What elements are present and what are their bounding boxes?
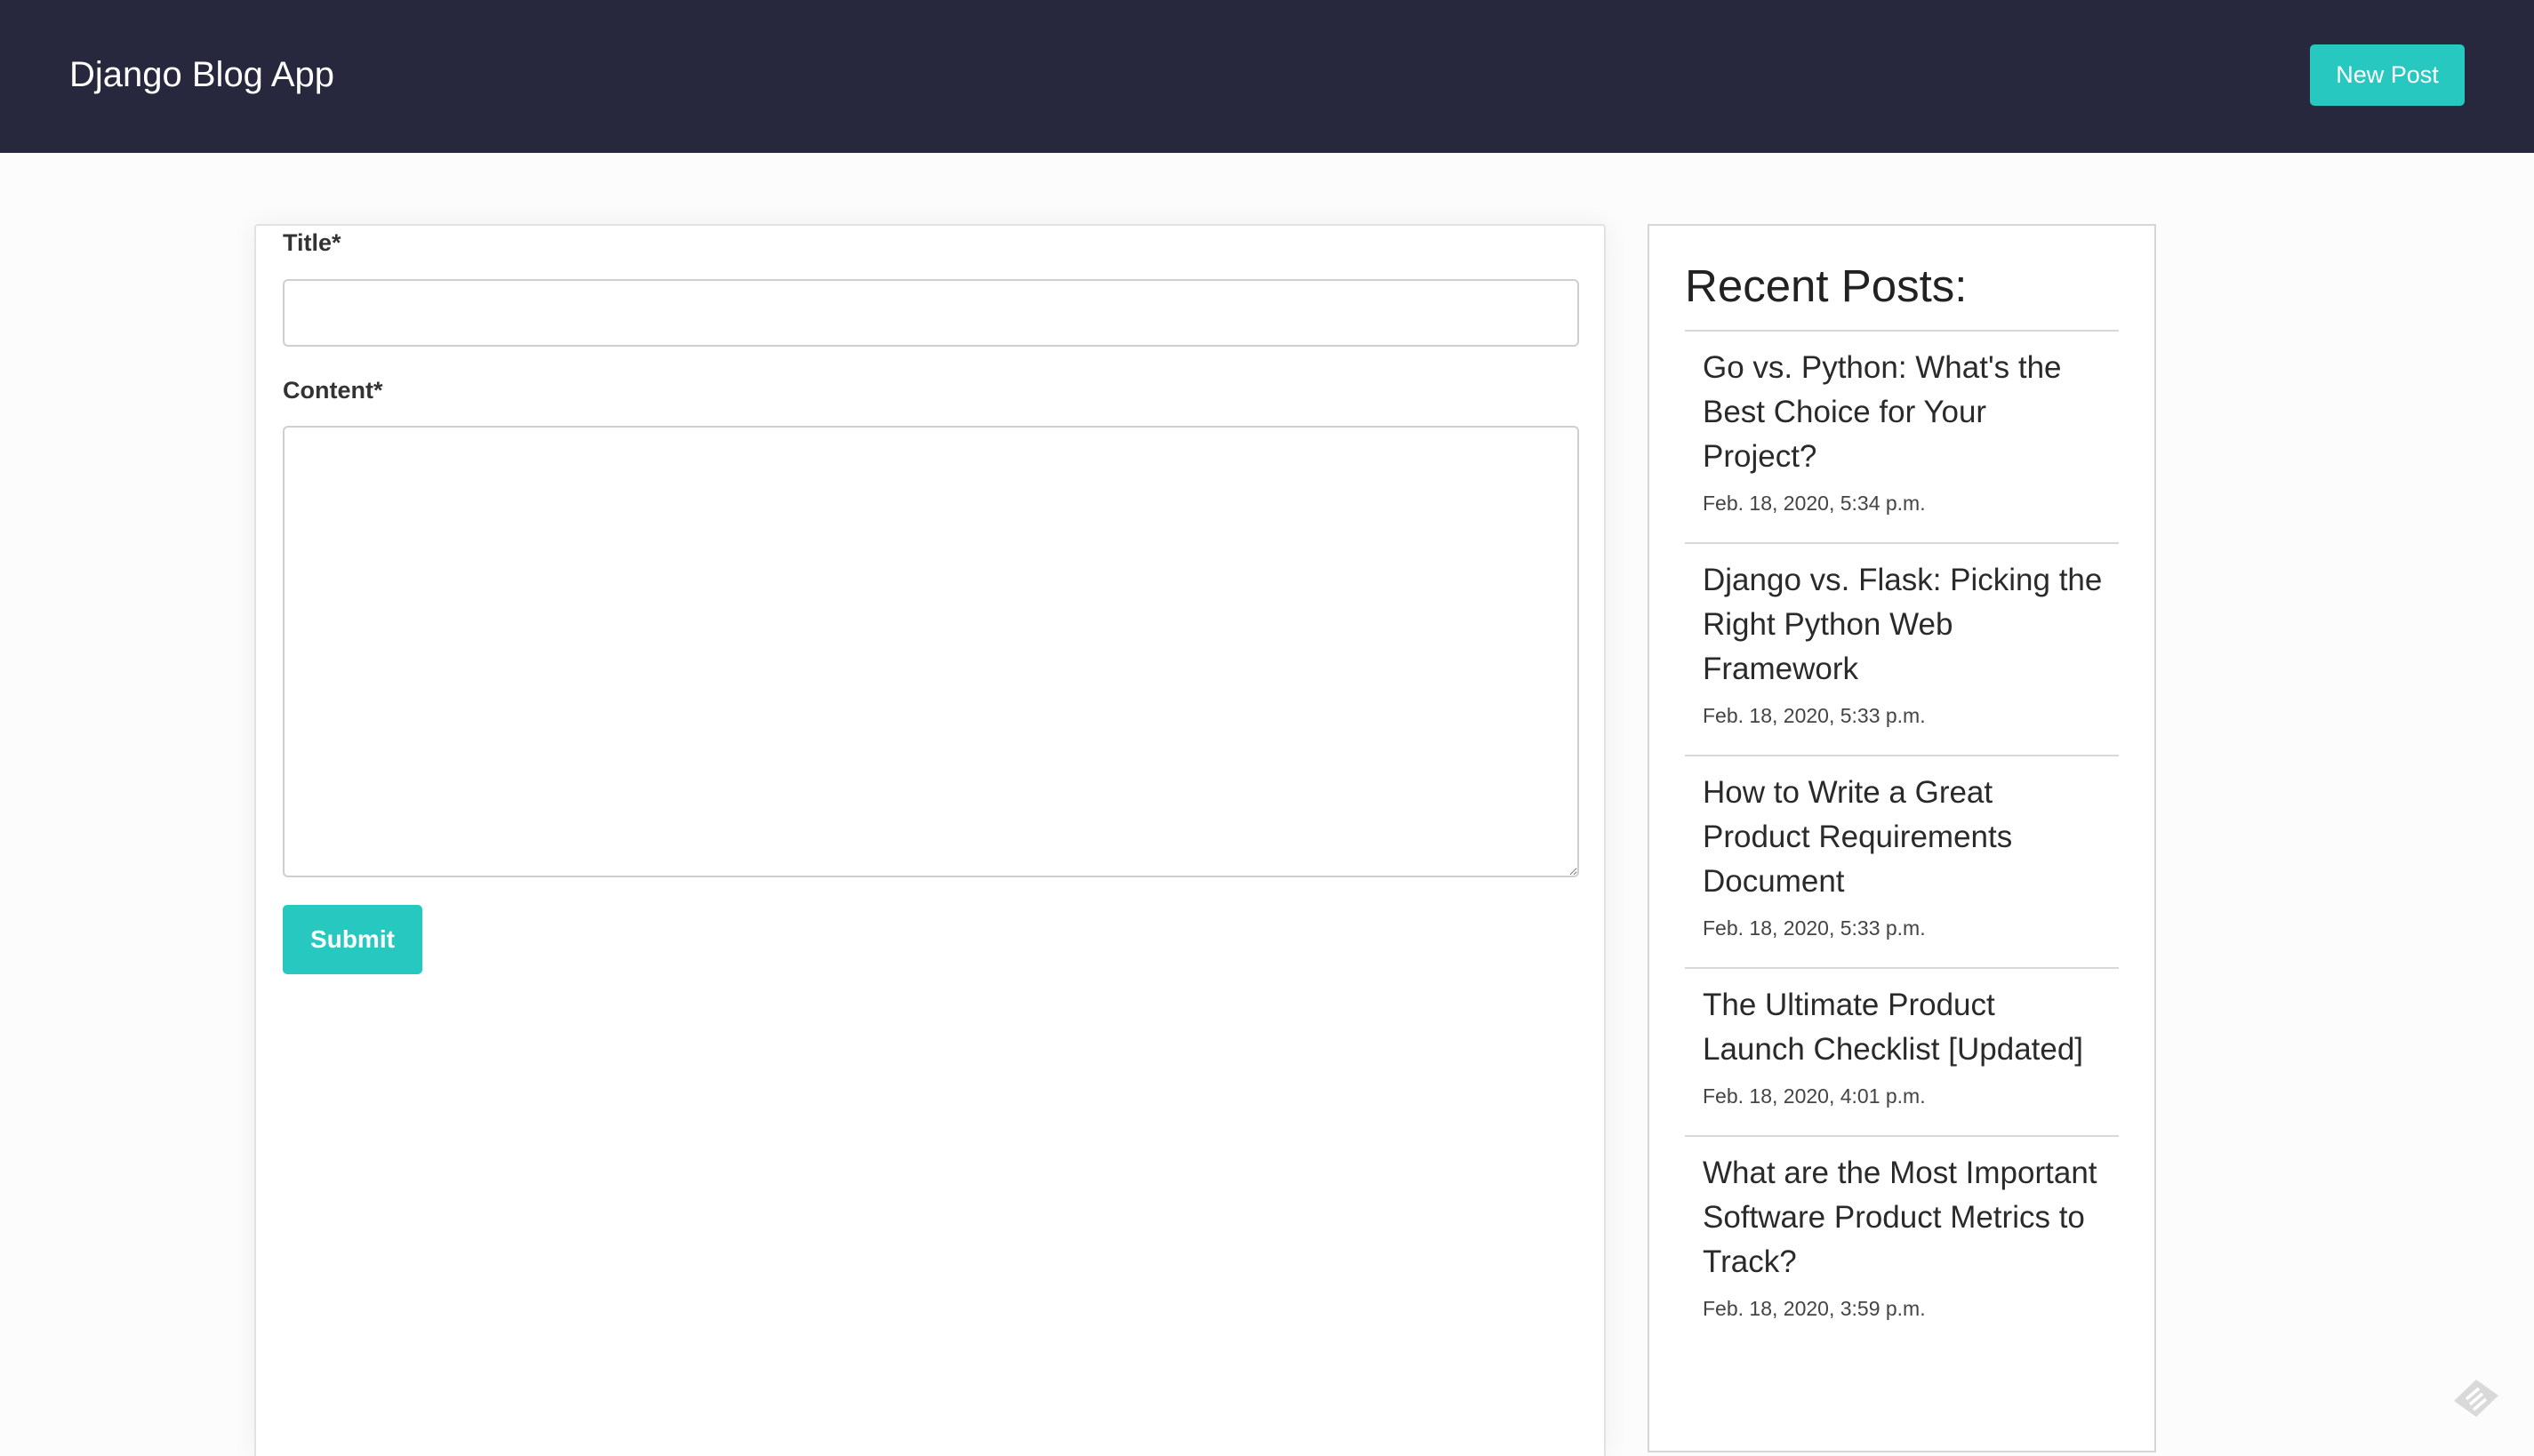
post-title[interactable]: The Ultimate Product Launch Checklist [U… xyxy=(1703,983,2103,1072)
post-title[interactable]: Django vs. Flask: Picking the Right Pyth… xyxy=(1703,558,2103,692)
content-label: Content* xyxy=(283,377,383,404)
feedback-logo-icon[interactable] xyxy=(2452,1378,2500,1419)
navbar: Django Blog App New Post xyxy=(0,0,2534,153)
post-title[interactable]: What are the Most Important Software Pro… xyxy=(1703,1151,2103,1284)
post-date: Feb. 18, 2020, 5:33 p.m. xyxy=(1703,704,1926,727)
post-date: Feb. 18, 2020, 3:59 p.m. xyxy=(1703,1297,1926,1320)
post-title[interactable]: How to Write a Great Product Requirement… xyxy=(1703,771,2103,904)
content-textarea[interactable] xyxy=(283,426,1579,877)
post-date: Feb. 18, 2020, 4:01 p.m. xyxy=(1703,1084,1926,1108)
recent-posts-sidebar: Recent Posts: Go vs. Python: What's the … xyxy=(1648,224,2156,1452)
title-label: Title* xyxy=(283,229,341,256)
post-title[interactable]: Go vs. Python: What's the Best Choice fo… xyxy=(1703,346,2103,479)
post-date: Feb. 18, 2020, 5:34 p.m. xyxy=(1703,492,1926,515)
title-input[interactable] xyxy=(283,279,1579,347)
recent-post-item[interactable]: The Ultimate Product Launch Checklist [U… xyxy=(1685,967,2119,1135)
brand-link[interactable]: Django Blog App xyxy=(69,52,334,98)
post-form: Title* Content* Submit xyxy=(254,224,1606,1456)
recent-posts-list: Go vs. Python: What's the Best Choice fo… xyxy=(1685,330,2119,1348)
submit-button[interactable]: Submit xyxy=(283,905,422,974)
recent-post-item[interactable]: Django vs. Flask: Picking the Right Pyth… xyxy=(1685,542,2119,755)
recent-post-item[interactable]: What are the Most Important Software Pro… xyxy=(1685,1135,2119,1348)
recent-post-item[interactable]: Go vs. Python: What's the Best Choice fo… xyxy=(1685,330,2119,542)
recent-posts-heading: Recent Posts: xyxy=(1685,260,1968,311)
new-post-button[interactable]: New Post xyxy=(2310,44,2465,106)
post-date: Feb. 18, 2020, 5:33 p.m. xyxy=(1703,916,1926,940)
recent-post-item[interactable]: How to Write a Great Product Requirement… xyxy=(1685,755,2119,967)
